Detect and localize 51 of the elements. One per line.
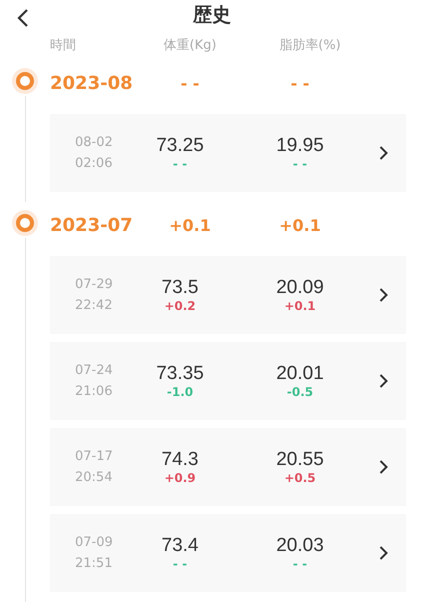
fat-value: 20.09: [276, 277, 324, 299]
chevron-button[interactable]: [379, 545, 388, 561]
chevron-button[interactable]: [379, 459, 388, 475]
back-icon: [16, 8, 30, 28]
month-fat-change: +0.1: [279, 216, 321, 234]
record-datetime: 07-24 21:06: [75, 362, 114, 401]
weight-value: 74.3: [162, 449, 198, 471]
record-card[interactable]: 08-02 02:06 73.25 - - 19.95 - -: [50, 114, 406, 192]
record-card[interactable]: 07-09 21:51 73.4 - - 20.03 - -: [50, 514, 406, 592]
weight-change: +0.2: [164, 299, 196, 313]
month-fat-change: - -: [290, 74, 310, 92]
record-card[interactable]: 07-29 22:42 73.5 +0.2 20.09 +0.1: [50, 256, 406, 334]
weight-value: 73.5: [162, 277, 198, 299]
chevron-right-icon: [379, 459, 388, 475]
weight-value: 73.35: [156, 363, 204, 385]
record-datetime: 07-17 20:54: [75, 448, 114, 487]
month-weight-change: - -: [180, 74, 200, 92]
column-header: 体重(Kg): [164, 37, 216, 54]
chevron-right-icon: [379, 373, 388, 389]
fat-value: 19.95: [276, 135, 324, 157]
weight-change: +0.9: [164, 471, 196, 485]
month-label: 2023-08: [50, 72, 133, 94]
chevron-button[interactable]: [379, 145, 388, 161]
fat-change: +0.5: [284, 471, 316, 485]
weight-change: - -: [172, 157, 188, 171]
chevron-button[interactable]: [379, 373, 388, 389]
page-title: 歴史: [193, 3, 231, 28]
record-datetime: 07-09 21:51: [75, 534, 114, 573]
record-datetime: 07-29 22:42: [75, 276, 114, 315]
fat-value: 20.55: [276, 449, 324, 471]
chevron-right-icon: [379, 545, 388, 561]
weight-change: -1.0: [166, 385, 194, 399]
record-card[interactable]: 07-24 21:06 73.35 -1.0 20.01 -0.5: [50, 342, 406, 420]
column-header: 時間: [50, 37, 76, 54]
fat-value: 20.03: [276, 535, 324, 557]
column-header: 脂肪率(%): [279, 37, 341, 54]
weight-change: - -: [172, 557, 188, 571]
fat-change: - -: [292, 157, 308, 171]
record-card[interactable]: 07-17 20:54 74.3 +0.9 20.55 +0.5: [50, 428, 406, 506]
weight-value: 73.4: [162, 535, 198, 557]
fat-change: - -: [292, 557, 308, 571]
fat-change: -0.5: [286, 385, 314, 399]
weight-value: 73.25: [156, 135, 204, 157]
chevron-button[interactable]: [379, 287, 388, 303]
record-datetime: 08-02 02:06: [75, 134, 114, 173]
month-label: 2023-07: [50, 214, 133, 236]
fat-value: 20.01: [276, 363, 324, 385]
month-weight-change: +0.1: [169, 216, 211, 234]
fat-change: +0.1: [284, 299, 316, 313]
chevron-right-icon: [379, 145, 388, 161]
chevron-right-icon: [379, 287, 388, 303]
